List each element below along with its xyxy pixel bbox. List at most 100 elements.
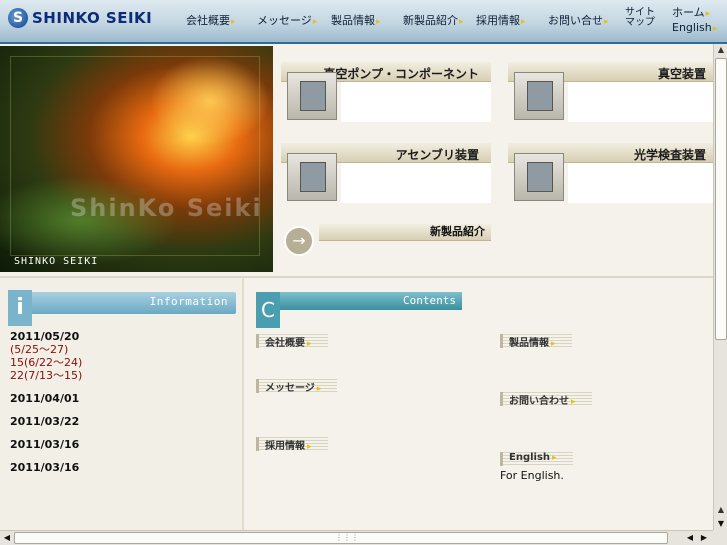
arrow-right-icon: ▸ bbox=[552, 453, 557, 463]
scroll-up-icon[interactable]: ▲ bbox=[715, 44, 727, 56]
hero-frame bbox=[10, 56, 260, 256]
nav-label: お問い合せ bbox=[548, 14, 603, 27]
scroll-right-icon[interactable]: ▶ bbox=[698, 532, 710, 544]
arrow-right-icon: ▸ bbox=[316, 384, 322, 394]
product-card-vacuum-pump[interactable]: 真空ポンプ・コンポーネント bbox=[281, 62, 491, 124]
logo-text: SHINKO SEIKI bbox=[32, 9, 153, 27]
arrow-right-icon: ▸ bbox=[231, 17, 236, 27]
arrow-right-icon: ▸ bbox=[551, 339, 556, 349]
nav-label: 製品情報 bbox=[331, 14, 375, 27]
section-recruit[interactable]: 採用情報 ▸ bbox=[256, 437, 486, 455]
scroll-corner bbox=[713, 530, 727, 545]
nav-english[interactable]: English▸ bbox=[672, 21, 717, 34]
section-heading-text: メッセージ bbox=[265, 383, 315, 394]
top-navigation-bar: S SHINKO SEIKI 会社概要▸ メッセージ▸ 製品情報▸ 新製品紹介▸… bbox=[0, 0, 727, 44]
section-heading: 採用情報 ▸ bbox=[256, 437, 328, 452]
product-image bbox=[514, 153, 564, 201]
news-list: 2011/05/20 (5/25〜27) 15(6/22〜24) 22(7/13… bbox=[10, 330, 238, 474]
nav-product-info[interactable]: 製品情報▸ bbox=[331, 12, 381, 28]
section-body: For English. bbox=[500, 469, 564, 482]
grip-icon: ⋮⋮⋮ bbox=[335, 533, 359, 542]
nav-home[interactable]: ホーム▸ bbox=[672, 4, 710, 20]
section-company-overview[interactable]: 会社概要 ▸ bbox=[256, 334, 486, 352]
company-logo[interactable]: S SHINKO SEIKI bbox=[8, 8, 152, 28]
contents-panel: Contents C 会社概要 ▸ 製品情報 ▸ メッセージ ▸ お問い合わせ ▸ 採用… bbox=[252, 278, 713, 532]
section-contact[interactable]: お問い合わせ ▸ bbox=[500, 392, 710, 410]
info-icon: i bbox=[8, 290, 32, 326]
home-label: ホーム bbox=[672, 6, 705, 19]
contents-badge-icon: C bbox=[256, 292, 280, 328]
nav-sitemap[interactable]: サイト マップ bbox=[625, 8, 655, 28]
section-heading-text: お問い合わせ bbox=[509, 396, 569, 407]
arrow-right-icon: ▸ bbox=[521, 17, 526, 27]
scroll-left-icon[interactable]: ◀ bbox=[1, 532, 13, 544]
product-card-vacuum-equipment[interactable]: 真空装置 bbox=[508, 62, 718, 124]
hero-image: ShinKo Seiki SHINKO SEIKI bbox=[0, 46, 273, 272]
product-image bbox=[287, 153, 337, 201]
section-heading: English ▸ bbox=[500, 452, 573, 466]
news-link[interactable]: 15(6/22〜24) bbox=[10, 356, 238, 369]
section-heading: メッセージ ▸ bbox=[256, 379, 338, 394]
arrow-right-icon: ▸ bbox=[307, 339, 312, 349]
nav-label: 新製品紹介 bbox=[403, 14, 458, 27]
nav-label: 採用情報 bbox=[476, 14, 520, 27]
product-title: 光学検査装置 bbox=[633, 148, 706, 162]
product-desc bbox=[574, 165, 714, 203]
machine-icon bbox=[527, 162, 553, 192]
section-heading-text: 製品情報 bbox=[509, 338, 549, 349]
hero-ghost-text: ShinKo Seiki bbox=[70, 194, 263, 222]
arrow-right-icon: ▸ bbox=[705, 9, 711, 19]
arrow-circle-icon: → bbox=[284, 226, 314, 256]
section-heading: お問い合わせ ▸ bbox=[500, 392, 592, 407]
nav-new-products[interactable]: 新製品紹介▸ bbox=[403, 12, 464, 28]
product-title: 真空ポンプ・コンポーネント bbox=[323, 67, 479, 81]
arrow-right-icon: ▸ bbox=[312, 17, 318, 27]
machine-icon bbox=[300, 81, 326, 111]
contents-header: Contents bbox=[256, 292, 462, 310]
news-date: 2011/03/16 bbox=[10, 438, 80, 451]
new-products-label: 新製品紹介 bbox=[319, 224, 491, 241]
product-desc bbox=[574, 84, 714, 122]
arrow-right-icon: ▸ bbox=[604, 17, 609, 27]
machine-icon bbox=[300, 162, 326, 192]
vertical-scrollbar[interactable]: ▲ ▲ ▼ bbox=[713, 44, 727, 530]
news-date: 2011/04/01 bbox=[10, 392, 80, 405]
arrow-right-icon: ▸ bbox=[307, 442, 312, 452]
news-link[interactable]: (5/25〜27) bbox=[10, 343, 238, 356]
nav-label: 会社概要 bbox=[186, 14, 230, 27]
section-product-info[interactable]: 製品情報 ▸ bbox=[500, 334, 710, 352]
scroll-down-icon[interactable]: ▲ bbox=[715, 504, 727, 516]
scroll-left-icon[interactable]: ◀ bbox=[684, 532, 696, 544]
product-desc bbox=[347, 84, 487, 122]
machine-icon bbox=[527, 81, 553, 111]
news-date: 2011/05/20 bbox=[10, 330, 80, 343]
section-heading-text: English bbox=[509, 452, 551, 463]
section-heading: 会社概要 ▸ bbox=[256, 334, 328, 349]
information-header: i Information bbox=[8, 290, 236, 326]
section-message[interactable]: メッセージ ▸ bbox=[256, 379, 486, 397]
english-label: English bbox=[672, 21, 712, 34]
arrow-right-icon: ▸ bbox=[571, 397, 576, 407]
product-card-optical-inspection[interactable]: 光学検査装置 bbox=[508, 143, 718, 205]
nav-company-overview[interactable]: 会社概要▸ bbox=[186, 12, 236, 28]
nav-message[interactable]: メッセージ▸ bbox=[257, 12, 317, 28]
product-card-assembly[interactable]: アセンブリ装置 bbox=[281, 143, 491, 205]
nav-recruit[interactable]: 採用情報▸ bbox=[476, 12, 526, 28]
new-products-banner[interactable]: → 新製品紹介 bbox=[281, 224, 491, 262]
contents-title: Contents bbox=[403, 294, 456, 307]
product-title: アセンブリ装置 bbox=[395, 148, 479, 162]
sitemap-line2: マップ bbox=[625, 17, 655, 28]
product-image bbox=[287, 72, 337, 120]
section-heading-text: 採用情報 bbox=[265, 441, 305, 452]
product-title: 真空装置 bbox=[657, 67, 706, 81]
news-link[interactable]: 22(7/13〜15) bbox=[10, 369, 238, 382]
lower-content: i Information 2011/05/20 (5/25〜27) 15(6/… bbox=[0, 276, 713, 532]
hero-brand-text: SHINKO SEIKI bbox=[14, 256, 99, 267]
scroll-down-icon[interactable]: ▼ bbox=[715, 518, 727, 530]
nav-contact[interactable]: お問い合せ▸ bbox=[548, 12, 609, 28]
section-english[interactable]: English ▸ For English. bbox=[500, 450, 710, 482]
scrollbar-thumb[interactable] bbox=[715, 58, 727, 340]
horizontal-scrollbar[interactable]: ◀ ⋮⋮⋮ ◀ ▶ bbox=[0, 530, 713, 545]
news-date: 2011/03/16 bbox=[10, 461, 80, 474]
section-heading-text: 会社概要 bbox=[265, 338, 305, 349]
